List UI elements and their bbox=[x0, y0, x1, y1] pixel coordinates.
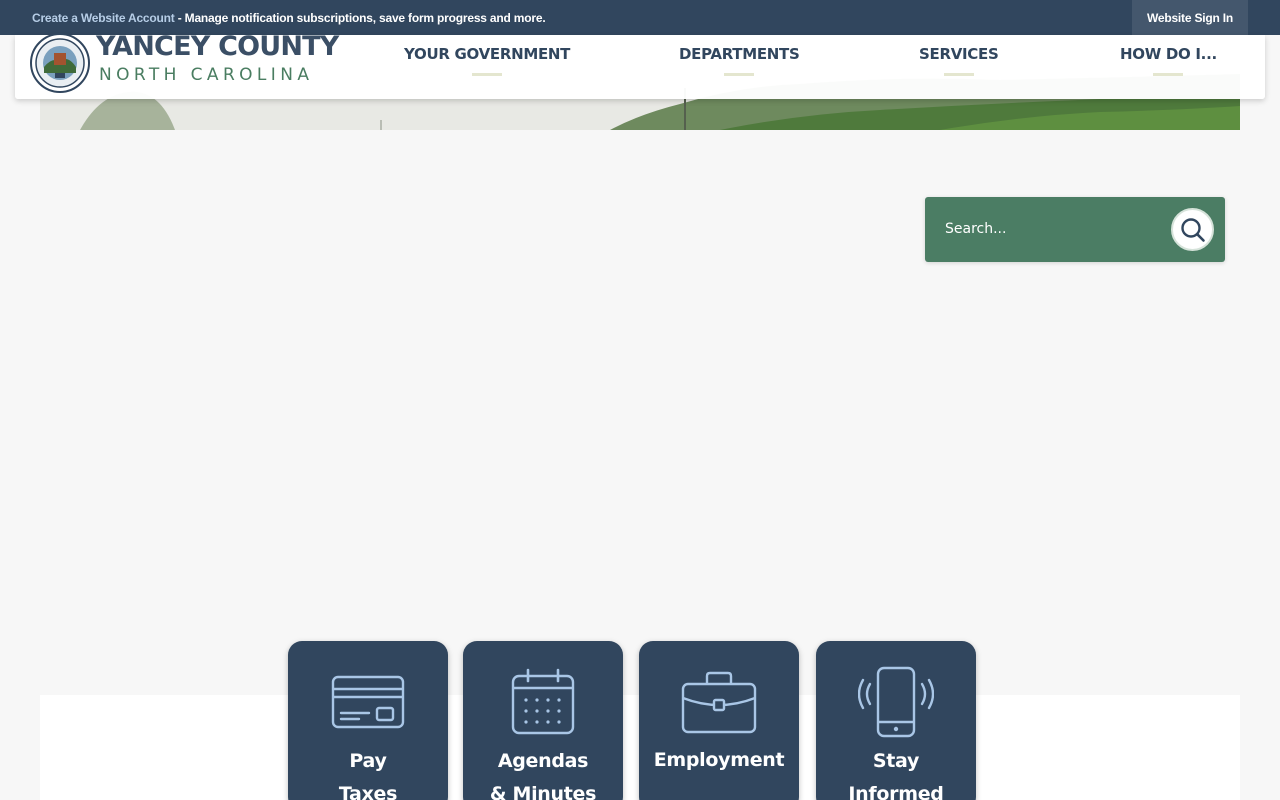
quick-link-label-line1: Pay bbox=[349, 750, 387, 772]
nav-services[interactable]: SERVICES bbox=[919, 45, 999, 76]
quick-link-agendas-minutes[interactable]: Agendas & Minutes bbox=[463, 641, 623, 800]
quick-link-label: Stay Informed bbox=[816, 745, 976, 800]
quick-link-employment[interactable]: Employment bbox=[639, 641, 799, 800]
mobile-phone-icon bbox=[858, 666, 934, 738]
search-input[interactable] bbox=[937, 209, 1167, 249]
notification-bar: Create a Website Account - Manage notifi… bbox=[0, 0, 1280, 35]
briefcase-icon bbox=[681, 671, 757, 734]
create-account-link[interactable]: Create a Website Account bbox=[32, 11, 175, 25]
nav-label: HOW DO I... bbox=[1120, 45, 1217, 63]
nav-departments[interactable]: DEPARTMENTS bbox=[679, 45, 800, 76]
quick-link-pay-taxes[interactable]: Pay Taxes bbox=[288, 641, 448, 800]
quick-link-label: Employment bbox=[639, 744, 799, 777]
search-icon bbox=[1180, 217, 1205, 242]
quick-link-stay-informed[interactable]: Stay Informed bbox=[816, 641, 976, 800]
brand-title[interactable]: YANCEY COUNTY bbox=[96, 31, 339, 62]
quick-link-label-line1: Stay bbox=[872, 750, 920, 772]
nav-label: DEPARTMENTS bbox=[679, 45, 800, 63]
quick-link-label: Agendas & Minutes bbox=[463, 745, 623, 800]
nav-underline bbox=[472, 73, 503, 76]
county-seal-logo[interactable] bbox=[30, 33, 90, 93]
quick-link-label-line2: Informed bbox=[848, 783, 944, 800]
notification-text: - Manage notification subscriptions, sav… bbox=[174, 11, 546, 25]
nav-label: YOUR GOVERNMENT bbox=[404, 45, 571, 63]
quick-link-label-line1: Agendas bbox=[497, 750, 589, 772]
website-sign-in-button[interactable]: Website Sign In bbox=[1132, 0, 1248, 35]
nav-underline bbox=[724, 73, 755, 76]
nav-how-do-i[interactable]: HOW DO I... bbox=[1120, 45, 1217, 76]
nav-underline bbox=[943, 73, 974, 76]
site-header: YANCEY COUNTY NORTH CAROLINA YOUR GOVERN… bbox=[15, 31, 1265, 99]
brand-subtitle: NORTH CAROLINA bbox=[99, 65, 314, 85]
calendar-icon bbox=[511, 668, 575, 735]
quick-link-label-line2: & Minutes bbox=[489, 783, 597, 800]
nav-your-government[interactable]: YOUR GOVERNMENT bbox=[404, 45, 570, 76]
nav-underline bbox=[1153, 73, 1184, 76]
quick-link-label-line2: Taxes bbox=[338, 783, 398, 800]
quick-link-label-line1: Employment bbox=[653, 749, 785, 771]
nav-label: SERVICES bbox=[919, 45, 999, 63]
quick-link-label: Pay Taxes bbox=[288, 745, 448, 800]
search-box bbox=[925, 197, 1225, 262]
search-button[interactable] bbox=[1171, 208, 1214, 251]
credit-card-icon bbox=[331, 675, 405, 729]
notification-message: Create a Website Account - Manage notifi… bbox=[32, 11, 546, 25]
